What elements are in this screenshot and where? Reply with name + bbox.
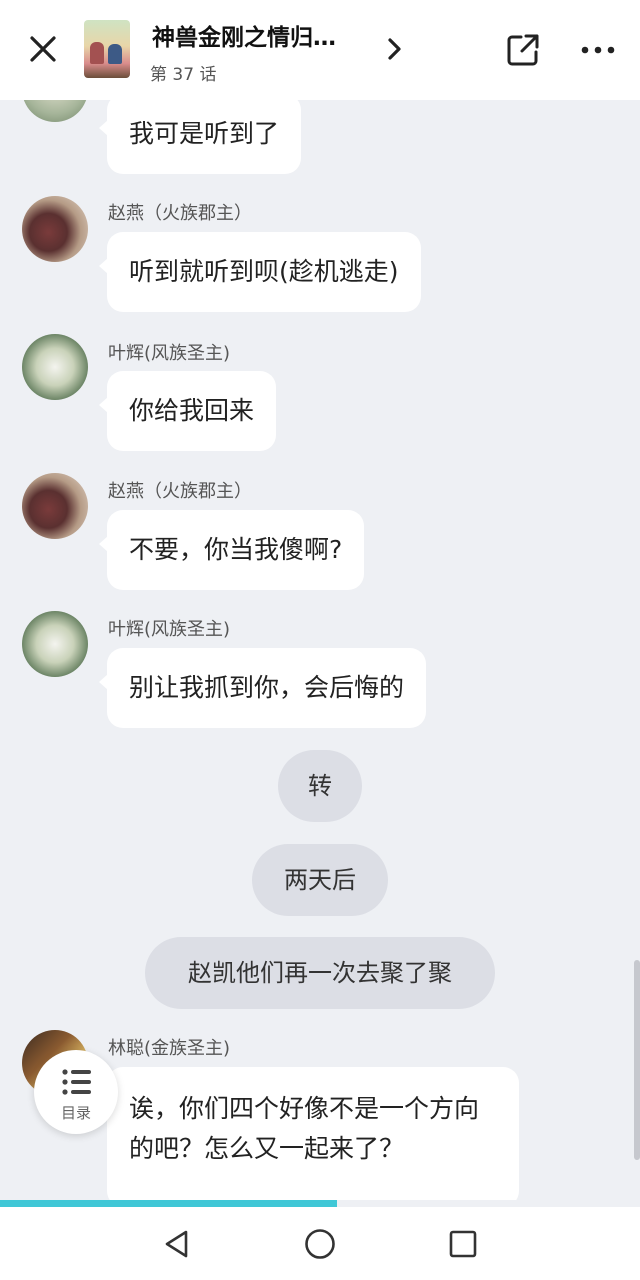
home-icon[interactable] <box>304 1228 336 1260</box>
recent-apps-icon[interactable] <box>448 1229 478 1259</box>
back-icon[interactable] <box>162 1228 192 1260</box>
message-bubble: 我可是听到了 <box>98 100 302 174</box>
comic-title[interactable]: 神兽金刚之情归… <box>152 18 336 52</box>
sender-name: 赵燕（火族郡主） <box>108 203 252 224</box>
message-bubble: 别让我抓到你，会后悔的 <box>98 648 427 728</box>
reading-progress-bar <box>0 1200 640 1207</box>
narration-bubble: 赵凯他们再一次去聚了聚 <box>145 937 495 1009</box>
message-bubble: 诶，你们四个好像不是一个方向的吧？怎么又一起来了？ <box>99 1067 519 1206</box>
list-icon <box>62 1069 91 1095</box>
message-bubble: 不要，你当我傻啊? <box>98 510 365 590</box>
message-bubble: 你给我回来 <box>98 371 277 451</box>
more-icon[interactable] <box>580 40 616 60</box>
toc-label: 目录 <box>60 1104 91 1122</box>
top-bar: 神兽金刚之情归… 第 37 话 <box>0 0 640 100</box>
avatar[interactable] <box>22 473 88 539</box>
avatar[interactable] <box>22 334 88 400</box>
close-icon[interactable] <box>26 32 60 66</box>
message-bubble: 听到就听到呗(趁机逃走) <box>99 232 421 312</box>
avatar[interactable] <box>22 611 88 677</box>
avatar[interactable] <box>22 196 88 262</box>
chevron-right-icon[interactable] <box>385 36 405 62</box>
comic-cover-thumbnail[interactable] <box>84 20 130 78</box>
episode-label: 第 37 话 <box>150 65 217 85</box>
reading-progress-fill <box>0 1200 338 1207</box>
share-icon[interactable] <box>505 32 541 68</box>
avatar[interactable] <box>22 100 88 122</box>
system-navigation-bar <box>0 1207 640 1280</box>
sender-name: 赵燕（火族郡主） <box>108 481 252 502</box>
table-of-contents-button[interactable]: 目录 <box>34 1050 118 1134</box>
chat-area[interactable]: 我可是听到了 赵燕（火族郡主） 听到就听到呗(趁机逃走) 叶辉(风族圣主) 你给… <box>0 100 640 1206</box>
scrollbar[interactable] <box>634 960 640 1160</box>
sender-name: 叶辉(风族圣主) <box>108 619 231 640</box>
sender-name: 林聪(金族圣主) <box>108 1038 231 1059</box>
narration-bubble: 转 <box>278 750 362 822</box>
narration-bubble: 两天后 <box>252 844 388 916</box>
sender-name: 叶辉(风族圣主) <box>108 343 231 364</box>
